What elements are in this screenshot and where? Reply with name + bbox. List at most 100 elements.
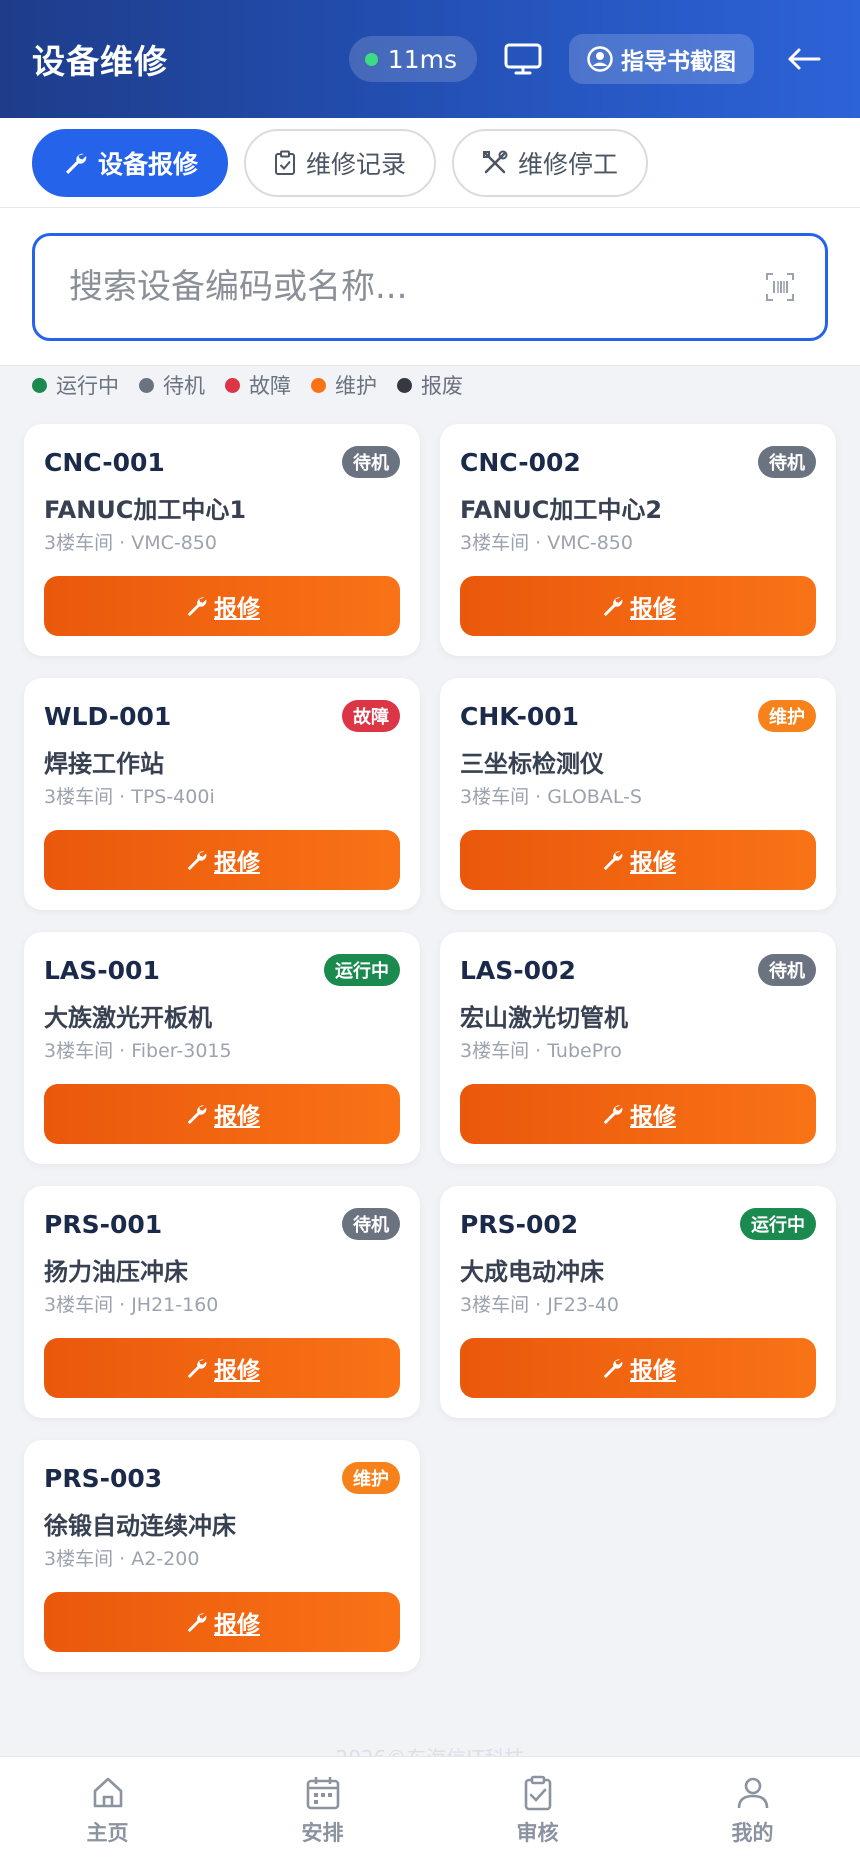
device-location: 3楼车间 · TubePro [460,1040,622,1062]
nav-item-profile[interactable]: 我的 [645,1757,860,1864]
app-header: 设备维修 11ms 指导书截图 [0,0,860,118]
tab-label: 维修记录 [306,149,407,179]
home-icon [93,1777,122,1807]
tools-icon [483,150,508,173]
tab-label: 设备报修 [98,149,199,179]
monitor-icon [504,43,542,75]
repair-button-label: 报修 [214,1103,260,1129]
legend-item-standby: 待机 [139,370,205,400]
device-card: PRS-002 运行中 大成电动冲床 3楼车间 · JF23-40 报修 [440,1186,836,1418]
calendar-icon [306,1776,339,1809]
report-repair-button[interactable]: 报修 [460,1338,816,1398]
status-badge: 待机 [758,446,816,478]
wrench-icon [187,851,207,871]
search-input[interactable] [69,267,765,307]
nav-item-schedule[interactable]: 安排 [215,1757,430,1864]
device-name: 焊接工作站 [44,750,164,778]
repair-button-label: 报修 [214,849,260,875]
page-title: 设备维修 [32,42,168,81]
device-name: 大族激光开板机 [44,1004,212,1032]
tab-repair-records[interactable]: 维修记录 [244,128,437,197]
repair-button-label: 报修 [214,1611,260,1637]
status-badge: 待机 [342,446,400,478]
repair-button-label: 报修 [630,849,676,875]
wrench-icon [603,1359,623,1379]
device-code: WLD-001 [44,701,172,731]
legend-item-scrapped: 报废 [397,370,463,400]
wrench-icon [187,597,207,617]
device-location: 3楼车间 · VMC-850 [44,532,217,554]
device-card: PRS-001 待机 扬力油压冲床 3楼车间 · JH21-160 报修 [24,1186,420,1418]
device-name: 扬力油压冲床 [44,1258,188,1286]
device-name: 大成电动冲床 [460,1258,604,1286]
status-badge: 故障 [342,700,400,732]
guide-button-label: 指导书截图 [621,49,736,75]
search-box [32,233,828,341]
status-legend: 运行中 待机 故障 维护 报废 [32,370,463,400]
monitor-button[interactable] [499,35,547,83]
device-code: PRS-001 [44,1209,163,1239]
report-repair-button[interactable]: 报修 [460,576,816,636]
device-name: 三坐标检测仪 [460,750,604,778]
repair-button-label: 报修 [214,595,260,621]
report-repair-button[interactable]: 报修 [44,1338,400,1398]
device-code: LAS-002 [460,955,576,985]
device-location: 3楼车间 · JF23-40 [460,1294,619,1316]
wrench-icon [66,153,87,174]
device-code: CNC-002 [460,447,581,477]
clipboard-check-icon [524,1775,551,1810]
guide-screenshot-button[interactable]: 指导书截图 [569,34,754,84]
device-card: LAS-002 待机 宏山激光切管机 3楼车间 · TubePro 报修 [440,932,836,1164]
report-repair-button[interactable]: 报修 [460,830,816,890]
wrench-icon [187,1359,207,1379]
legend-label: 待机 [163,374,205,398]
nav-item-review[interactable]: 审核 [430,1757,645,1864]
device-card: CNC-002 待机 FANUC加工中心2 3楼车间 · VMC-850 报修 [440,424,836,656]
device-code: CNC-001 [44,447,165,477]
legend-dot [311,377,326,393]
legend-dot [397,377,412,393]
latency-value: 11ms [387,44,457,74]
nav-label: 我的 [731,1820,774,1845]
repair-button-label: 报修 [214,1357,260,1383]
device-location: 3楼车间 · A2-200 [44,1548,200,1570]
wrench-icon [187,1105,207,1125]
status-badge: 待机 [758,954,816,986]
tab-device-repair[interactable]: 设备报修 [32,128,229,197]
user-icon [737,1777,768,1808]
bottom-nav: 主页 安排 审核 我的 [0,1756,860,1864]
device-code: LAS-001 [44,955,160,985]
search-section [0,208,860,366]
latency-indicator: 11ms [348,36,477,82]
report-repair-button[interactable]: 报修 [44,1592,400,1652]
tab-bar: 设备报修 维修记录 维修停工 [0,118,860,208]
status-badge: 待机 [342,1208,400,1240]
report-repair-button[interactable]: 报修 [44,1084,400,1144]
status-badge: 运行中 [324,954,400,986]
report-repair-button[interactable]: 报修 [44,830,400,890]
device-location: 3楼车间 · Fiber-3015 [44,1040,232,1062]
legend-item-maintenance: 维护 [311,370,377,400]
report-repair-button[interactable]: 报修 [44,576,400,636]
repair-button-label: 报修 [630,1357,676,1383]
device-card: WLD-001 故障 焊接工作站 3楼车间 · TPS-400i 报修 [24,678,420,910]
device-grid: CNC-001 待机 FANUC加工中心1 3楼车间 · VMC-850 报修 … [24,424,836,1672]
report-repair-button[interactable]: 报修 [460,1084,816,1144]
status-badge: 运行中 [740,1208,816,1240]
device-card: CHK-001 维护 三坐标检测仪 3楼车间 · GLOBAL-S 报修 [440,678,836,910]
wrench-icon [187,1613,207,1633]
device-location: 3楼车间 · TPS-400i [44,786,215,808]
back-button[interactable] [780,35,828,83]
device-card: LAS-001 运行中 大族激光开板机 3楼车间 · Fiber-3015 报修 [24,932,420,1164]
device-name: FANUC加工中心1 [44,496,247,524]
barcode-scan-icon[interactable] [765,272,795,302]
online-status-dot [364,52,378,66]
nav-item-home[interactable]: 主页 [0,1757,215,1864]
legend-dot [139,377,154,393]
device-code: PRS-003 [44,1463,163,1493]
legend-item-running: 运行中 [32,370,119,400]
repair-button-label: 报修 [630,595,676,621]
tab-repair-downtime[interactable]: 维修停工 [452,128,649,197]
wrench-icon [603,851,623,871]
legend-label: 运行中 [56,374,119,398]
